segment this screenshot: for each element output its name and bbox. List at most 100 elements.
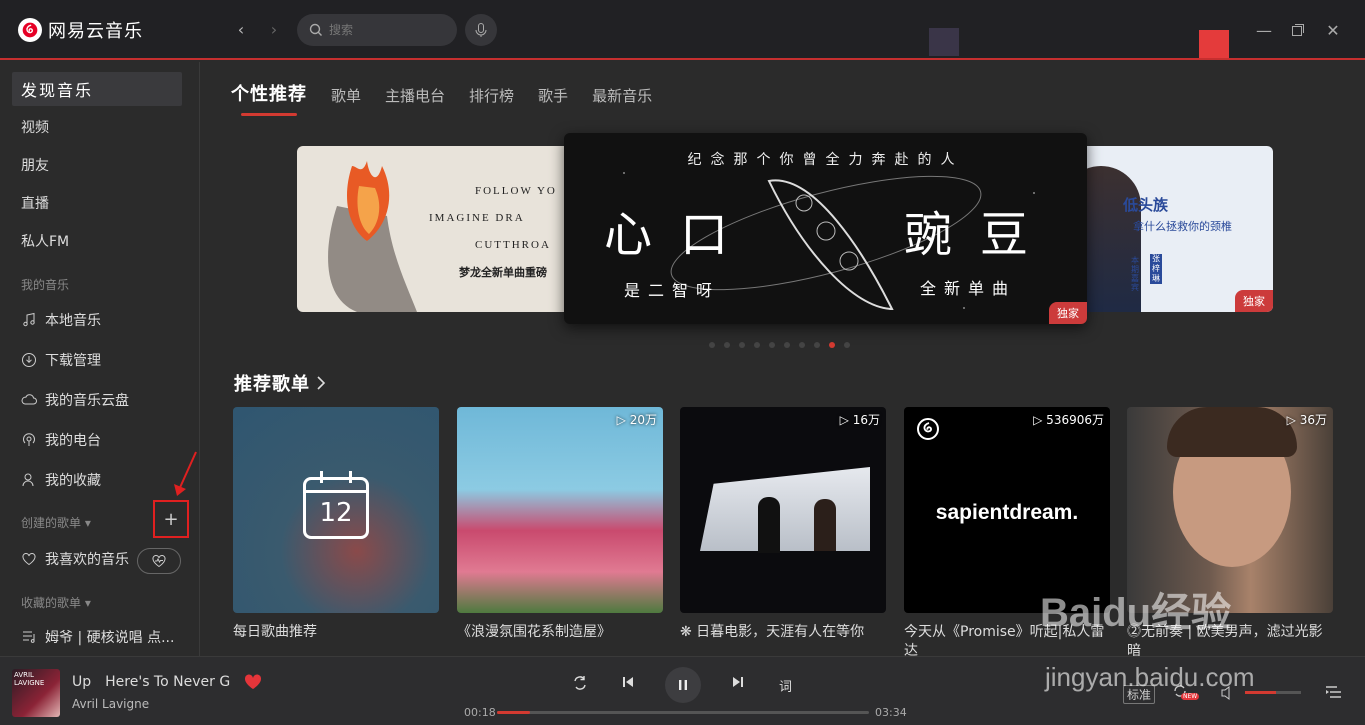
play-count: ▷ 536906万 <box>1033 413 1104 427</box>
banner-left-caption: 梦龙全新单曲重磅 <box>459 266 547 279</box>
recommended-playlists-title[interactable]: 推荐歌单 <box>234 370 326 396</box>
sidebar-item-radio[interactable]: 我的电台 <box>12 423 182 457</box>
banner-dot[interactable] <box>829 342 835 348</box>
playlist-title[interactable]: 每日歌曲推荐 <box>233 623 439 656</box>
netease-logo-icon <box>18 18 42 42</box>
banner-left[interactable]: FOLLOW YO IMAGINE DRA CUTTHROA 梦龙全新单曲重磅 <box>297 146 597 312</box>
next-track-icon[interactable] <box>731 675 745 689</box>
banner-center[interactable]: 纪念那个你曾全力奔赴的人 心口 豌豆 是二智呀 全新单曲 独家 <box>564 133 1087 324</box>
collected-playlists-title[interactable]: 收藏的歌单 ▾ <box>21 594 91 611</box>
banner-dot[interactable] <box>799 342 805 348</box>
sidebar-item-label: 姆爷 | 硬核说唱 点... <box>45 630 175 646</box>
playlist-title[interactable]: ❋ 日暮电影，天涯有人在等你 <box>680 623 886 656</box>
watermark-url: jingyan.baidu.com <box>1045 662 1255 692</box>
collected-playlists-label: 收藏的歌单 <box>21 596 82 610</box>
heart-filled-icon[interactable] <box>244 674 262 690</box>
back-arrow-icon[interactable]: ‹ <box>231 20 251 39</box>
sidebar-item-label: 本地音乐 <box>45 313 101 329</box>
sidebar-item-label: 下载管理 <box>45 353 101 369</box>
search-input[interactable] <box>329 23 439 37</box>
progress-fill <box>497 711 531 714</box>
artist-name[interactable]: Avril Lavigne <box>72 697 149 711</box>
tab-recommend[interactable]: 个性推荐 <box>231 80 307 116</box>
netease-logo-icon <box>917 418 939 440</box>
banner-dot[interactable] <box>769 342 775 348</box>
tab-playlists[interactable]: 歌单 <box>331 85 361 106</box>
banner-center-big-right: 豌豆 <box>904 207 1057 263</box>
download-icon <box>22 353 36 367</box>
sidebar-item-collection[interactable]: 我的收藏 <box>12 463 182 497</box>
user-avatar[interactable] <box>929 28 959 56</box>
sidebar-item-label: 我的电台 <box>45 433 101 449</box>
banner-center-bottom-left: 是二智呀 <box>624 281 721 300</box>
playlist-card[interactable]: ▷ 20万 《浪漫氛围花系制造屋》 <box>457 407 663 656</box>
sidebar-item-live[interactable]: 直播 <box>12 186 182 220</box>
sidebar-item-label: 我的收藏 <box>45 473 101 489</box>
minimize-icon[interactable]: — <box>1254 20 1274 40</box>
sidebar-item-downloads[interactable]: 下载管理 <box>12 343 182 377</box>
sidebar-item-fm[interactable]: 私人FM <box>12 224 182 258</box>
search-box[interactable] <box>297 14 457 46</box>
playlist-card[interactable]: ▷ 16万 ❋ 日暮电影，天涯有人在等你 <box>680 407 886 656</box>
tab-artists[interactable]: 歌手 <box>538 85 568 106</box>
playlist-cover[interactable]: ▷ 16万 <box>680 407 886 613</box>
playlist-cover[interactable]: 12 <box>233 407 439 613</box>
voice-search-button[interactable] <box>465 14 497 46</box>
sidebar-item-friends[interactable]: 朋友 <box>12 148 182 182</box>
forward-arrow-icon[interactable]: › <box>264 20 284 39</box>
heartbeat-icon <box>152 554 166 568</box>
banner-dot[interactable] <box>844 342 850 348</box>
playlist-title[interactable]: 《浪漫氛围花系制造屋》 <box>457 623 663 656</box>
song-subtitle: Here's To Never G <box>105 674 231 690</box>
new-badge: NEW <box>1181 693 1200 700</box>
play-count: ▷ 36万 <box>1286 413 1327 427</box>
microphone-icon <box>475 23 487 37</box>
music-note-icon <box>23 312 35 327</box>
sidebar-item-cloud[interactable]: 我的音乐云盘 <box>12 383 182 417</box>
album-cover[interactable]: AVRIL LAVIGNE <box>12 669 60 717</box>
maximize-icon[interactable] <box>1288 20 1308 40</box>
sidebar-item-video[interactable]: 视频 <box>12 110 182 144</box>
exclusive-badge: 独家 <box>1049 302 1087 324</box>
create-playlist-button[interactable]: + <box>153 500 189 538</box>
radio-icon <box>23 433 35 446</box>
banner-dot[interactable] <box>709 342 715 348</box>
sidebar-item-discover[interactable]: 发现音乐 <box>12 72 182 106</box>
sidebar-item-label: 发现音乐 <box>21 81 94 100</box>
play-count: ▷ 20万 <box>616 413 657 427</box>
collect-icon <box>22 473 34 487</box>
sidebar-item-collected-playlist[interactable]: 姆爷 | 硬核说唱 点... <box>12 620 182 654</box>
song-info[interactable]: Up Here's To Never G <box>72 674 262 690</box>
heartbeat-mode-button[interactable] <box>137 548 181 574</box>
tab-new-music[interactable]: 最新音乐 <box>592 85 652 106</box>
close-icon[interactable]: ✕ <box>1323 20 1343 40</box>
tab-charts[interactable]: 排行榜 <box>469 85 514 106</box>
app-logo[interactable]: 网易云音乐 <box>18 17 143 43</box>
previous-track-icon[interactable] <box>621 675 635 689</box>
pause-button[interactable] <box>665 667 701 703</box>
banner-dot[interactable] <box>784 342 790 348</box>
sidebar-item-local-music[interactable]: 本地音乐 <box>12 303 182 337</box>
search-icon <box>309 23 322 36</box>
banner-dot[interactable] <box>814 342 820 348</box>
exclusive-badge: 独家 <box>1235 290 1273 312</box>
created-playlists-title[interactable]: 创建的歌单 ▾ <box>21 514 91 531</box>
repeat-icon[interactable] <box>572 675 588 691</box>
banner-dot[interactable] <box>724 342 730 348</box>
main-content: 个性推荐 歌单 主播电台 排行榜 歌手 最新音乐 FOLLOW YO IMAGI… <box>201 62 1365 656</box>
banner-dot[interactable] <box>754 342 760 348</box>
banner-dot[interactable] <box>739 342 745 348</box>
created-playlists-label: 创建的歌单 <box>21 516 82 530</box>
playlist-card-daily[interactable]: 12 每日歌曲推荐 <box>233 407 439 656</box>
banner-right[interactable]: 低头族 拿什么拯救你的颈椎 本期嘉宾 张梓琳 独家 <box>1061 146 1273 312</box>
playlist-queue-icon[interactable] <box>1325 684 1343 700</box>
playlist-cover[interactable]: ▷ 20万 <box>457 407 663 613</box>
lyrics-button[interactable]: 词 <box>779 676 792 695</box>
playlist-icon <box>23 631 35 643</box>
total-time: 03:34 <box>875 706 907 719</box>
tab-radio[interactable]: 主播电台 <box>385 85 445 106</box>
banner-left-line: FOLLOW YO <box>475 185 557 197</box>
chevron-right-icon <box>317 376 326 390</box>
section-title-text: 推荐歌单 <box>234 374 310 395</box>
progress-bar[interactable] <box>497 711 869 714</box>
